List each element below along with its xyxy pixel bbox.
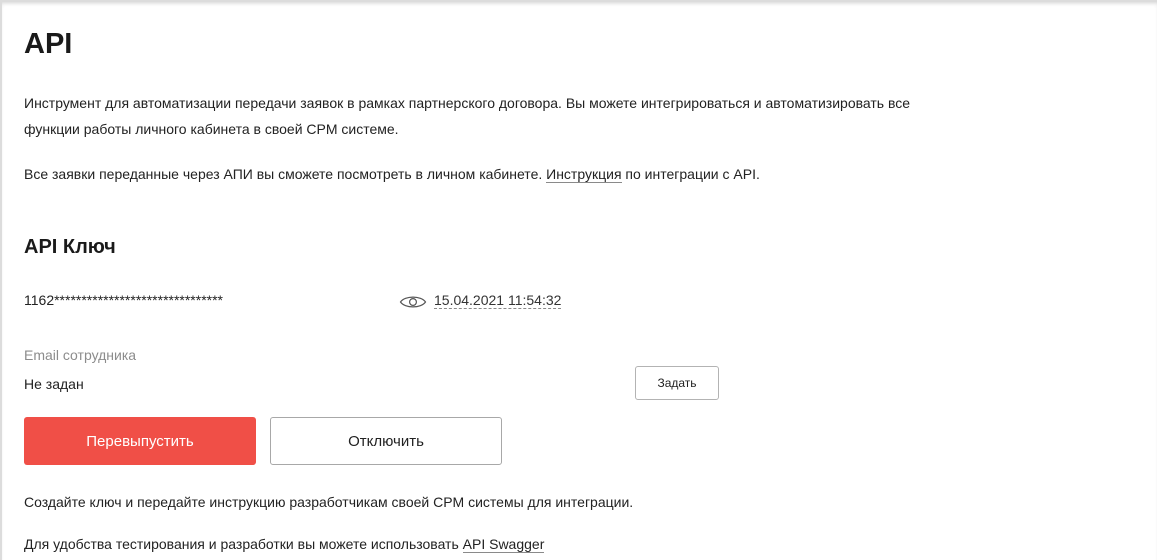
- eye-icon[interactable]: [399, 293, 427, 311]
- swagger-text-prefix: Для удобства тестирования и разработки в…: [24, 536, 463, 552]
- reissue-button[interactable]: Перевыпустить: [24, 417, 256, 465]
- info-text-prefix: Все заявки переданные через АПИ вы сможе…: [24, 166, 547, 182]
- swagger-text: Для удобства тестирования и разработки в…: [24, 534, 545, 555]
- info-text: Все заявки переданные через АПИ вы сможе…: [24, 164, 760, 185]
- intro-text-line2: функции работы личного кабинета в своей …: [24, 121, 399, 137]
- disable-button[interactable]: Отключить: [270, 417, 502, 465]
- api-key-date[interactable]: 15.04.2021 11:54:32: [434, 292, 562, 309]
- employee-email-value: Не задан: [24, 376, 84, 392]
- masked-api-key: 1162*******************************: [24, 292, 224, 308]
- info-text-suffix: по интеграции с API.: [621, 166, 760, 182]
- api-panel: API Инструмент для автоматизации передач…: [0, 0, 1157, 560]
- api-swagger-link[interactable]: API Swagger: [462, 536, 545, 553]
- intro-text-line1: Инструмент для автоматизации передачи за…: [24, 95, 911, 111]
- api-key-heading: API Ключ: [24, 236, 116, 258]
- page-title: API: [24, 28, 73, 60]
- employee-email-label: Email сотрудника: [24, 347, 137, 363]
- instruction-link[interactable]: Инструкция: [546, 166, 622, 183]
- create-key-hint: Создайте ключ и передайте инструкцию раз…: [24, 494, 634, 510]
- set-email-button[interactable]: Задать: [635, 366, 719, 400]
